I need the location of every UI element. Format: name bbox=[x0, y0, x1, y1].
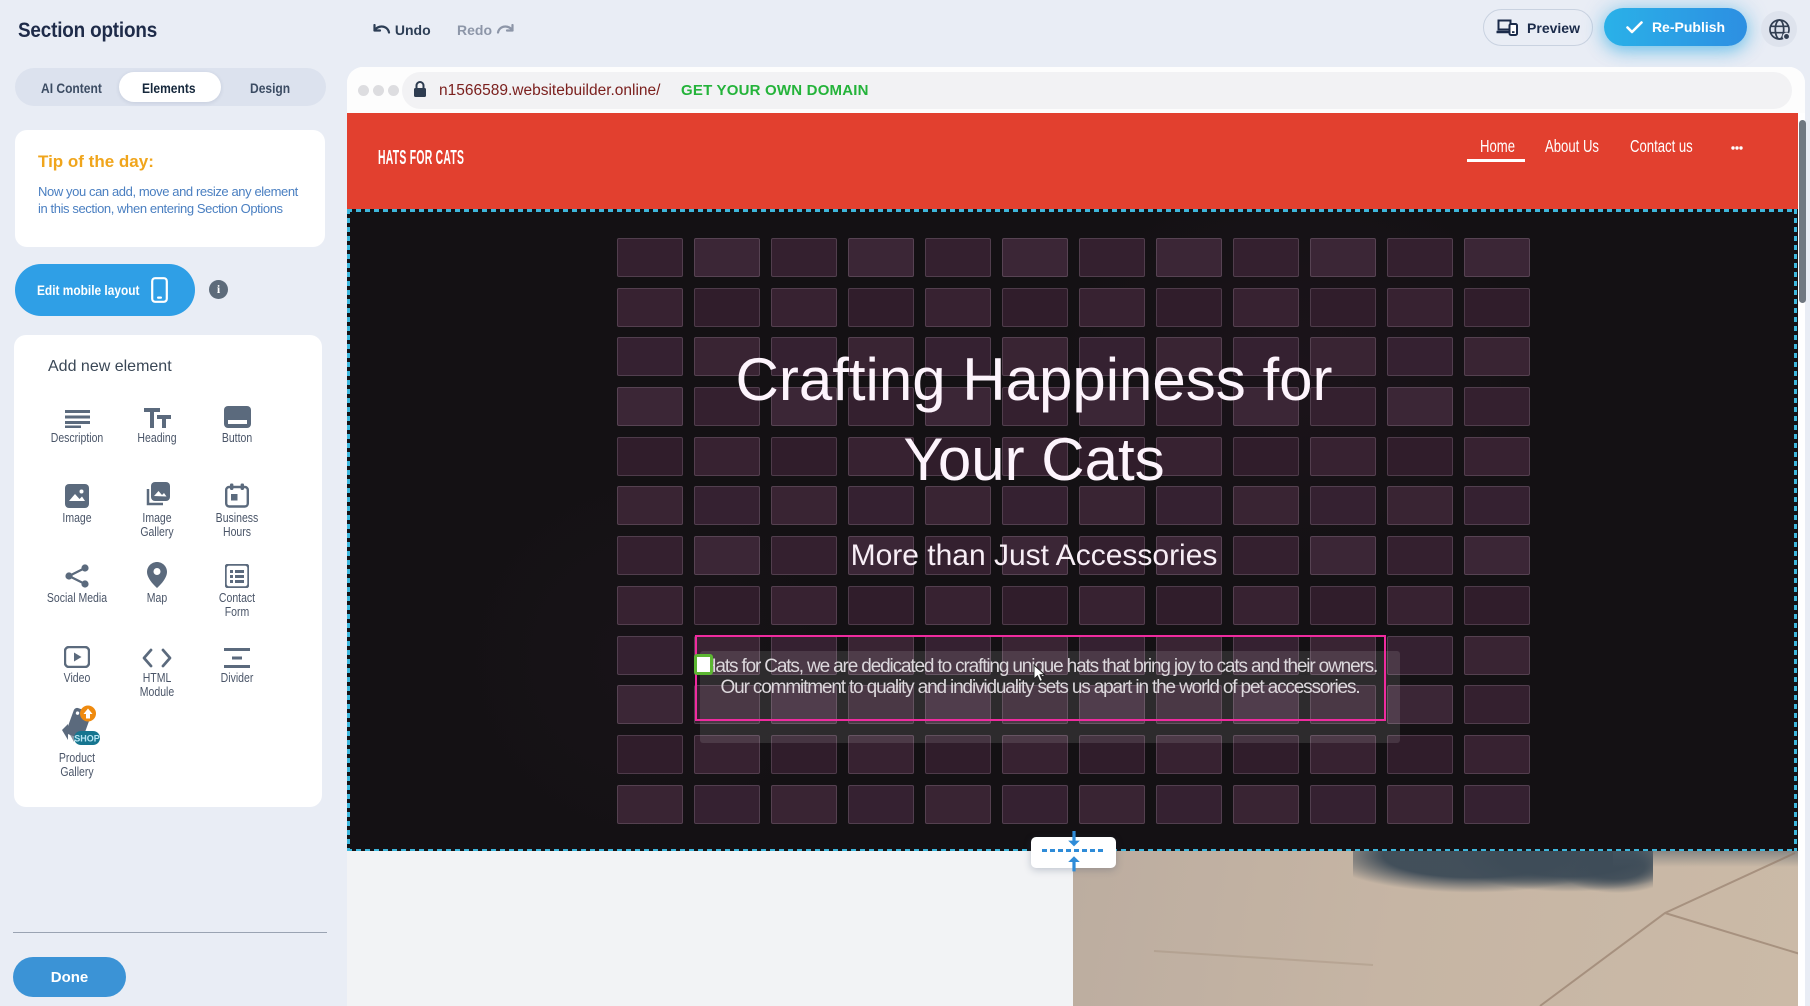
svg-text:SHOP: SHOP bbox=[74, 734, 100, 744]
